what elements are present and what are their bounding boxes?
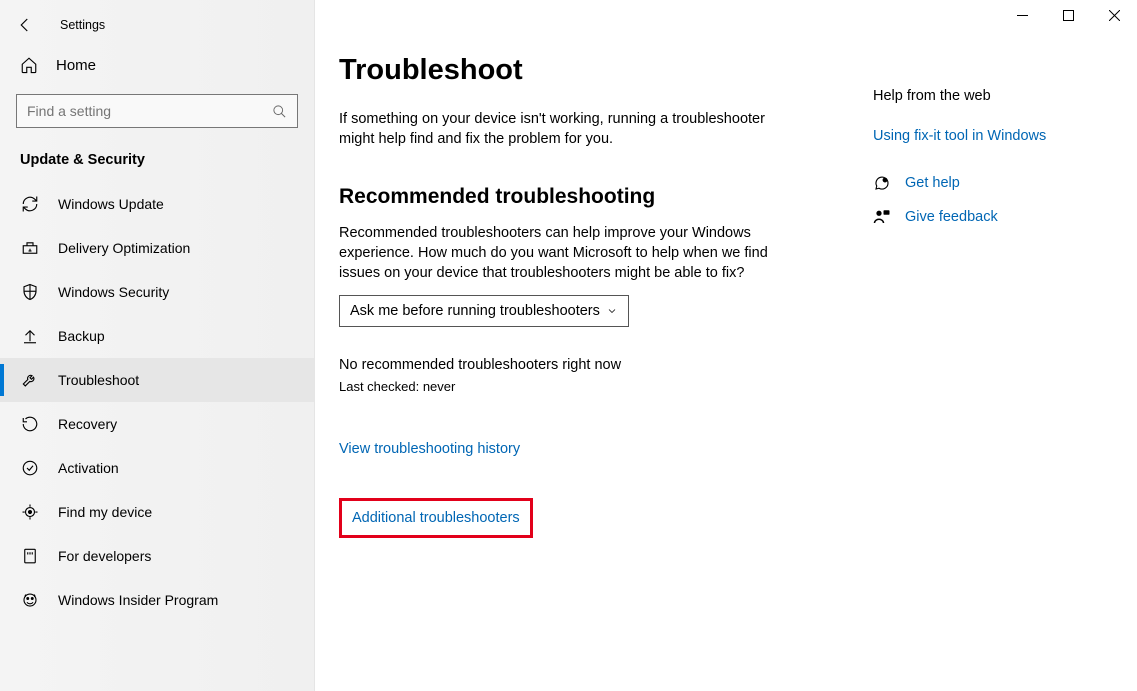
sync-icon — [20, 194, 40, 214]
shield-icon — [20, 282, 40, 302]
sidebar-item-label: Find my device — [58, 504, 152, 520]
sidebar-item-label: Backup — [58, 328, 105, 344]
intro-text: If something on your device isn't workin… — [339, 109, 769, 149]
search-box[interactable] — [16, 94, 298, 128]
location-icon — [20, 502, 40, 522]
sidebar-item-find-my-device[interactable]: Find my device — [0, 490, 314, 534]
status-line: No recommended troubleshooters right now — [339, 357, 819, 373]
sidebar-item-label: Windows Security — [58, 284, 169, 300]
home-label: Home — [56, 57, 96, 74]
backup-icon — [20, 326, 40, 346]
sidebar-item-delivery-optimization[interactable]: Delivery Optimization — [0, 226, 314, 270]
sidebar-item-windows-security[interactable]: Windows Security — [0, 270, 314, 314]
sidebar-item-label: Windows Update — [58, 196, 164, 212]
category-title: Update & Security — [0, 146, 314, 182]
feedback-icon — [873, 208, 891, 226]
give-feedback-link[interactable]: Give feedback — [873, 208, 1113, 226]
home-nav[interactable]: Home — [0, 46, 314, 84]
sidebar-item-for-developers[interactable]: For developers — [0, 534, 314, 578]
last-checked: Last checked: never — [339, 379, 819, 394]
recovery-icon — [20, 414, 40, 434]
get-help-label: Get help — [905, 175, 960, 191]
highlight-annotation: Additional troubleshooters — [339, 498, 533, 538]
delivery-icon — [20, 238, 40, 258]
feedback-label: Give feedback — [905, 209, 998, 225]
sidebar-item-backup[interactable]: Backup — [0, 314, 314, 358]
history-link[interactable]: View troubleshooting history — [339, 441, 520, 457]
check-circle-icon — [20, 458, 40, 478]
section-title: Recommended troubleshooting — [339, 185, 819, 209]
search-icon — [272, 104, 287, 119]
sidebar-item-label: Troubleshoot — [58, 372, 139, 388]
window-controls — [999, 0, 1137, 30]
back-button[interactable] — [14, 14, 36, 36]
web-help-link[interactable]: Using fix-it tool in Windows — [873, 128, 1113, 144]
get-help-icon — [873, 174, 891, 192]
sidebar-item-label: Activation — [58, 460, 119, 476]
sidebar-item-insider-program[interactable]: Windows Insider Program — [0, 578, 314, 622]
troubleshoot-preference-dropdown[interactable]: Ask me before running troubleshooters — [339, 295, 629, 327]
chevron-down-icon — [606, 305, 618, 317]
section-body: Recommended troubleshooters can help imp… — [339, 223, 769, 283]
insider-icon — [20, 590, 40, 610]
sidebar-item-label: For developers — [58, 548, 151, 564]
additional-troubleshooters-link[interactable]: Additional troubleshooters — [352, 510, 520, 526]
dropdown-value: Ask me before running troubleshooters — [350, 303, 600, 319]
search-input[interactable] — [27, 103, 272, 119]
sidebar-item-troubleshoot[interactable]: Troubleshoot — [0, 358, 314, 402]
minimize-button[interactable] — [999, 0, 1045, 30]
developers-icon — [20, 546, 40, 566]
sidebar-item-windows-update[interactable]: Windows Update — [0, 182, 314, 226]
page-title: Troubleshoot — [339, 54, 819, 87]
sidebar-item-label: Windows Insider Program — [58, 592, 218, 608]
main-content: Troubleshoot If something on your device… — [315, 0, 1137, 691]
sidebar-item-label: Delivery Optimization — [58, 240, 190, 256]
sidebar-item-recovery[interactable]: Recovery — [0, 402, 314, 446]
sidebar-item-activation[interactable]: Activation — [0, 446, 314, 490]
home-icon — [20, 56, 38, 74]
sidebar: Settings Home Update & Security Windows … — [0, 0, 315, 691]
aside-heading: Help from the web — [873, 88, 1113, 104]
get-help-link[interactable]: Get help — [873, 174, 1113, 192]
close-button[interactable] — [1091, 0, 1137, 30]
wrench-icon — [20, 370, 40, 390]
sidebar-item-label: Recovery — [58, 416, 117, 432]
window-title: Settings — [60, 18, 105, 32]
maximize-button[interactable] — [1045, 0, 1091, 30]
